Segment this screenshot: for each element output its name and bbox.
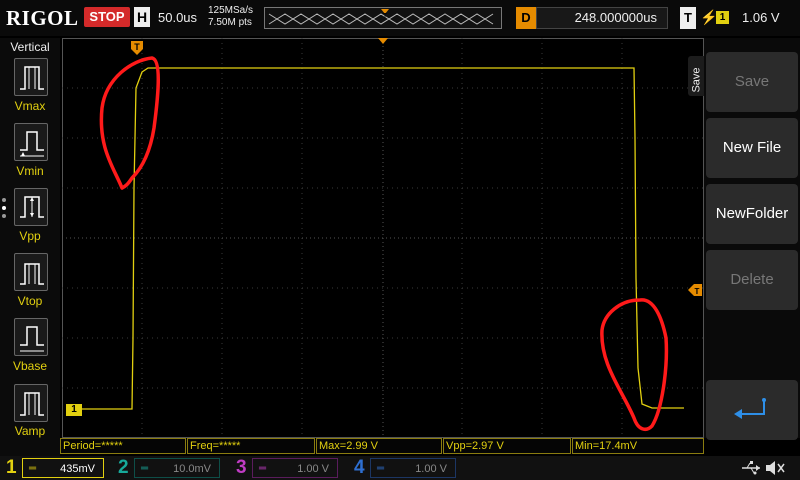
rigol-logo: RIGOL [6,6,79,30]
svg-text:T: T [383,13,388,20]
graticule [62,38,704,438]
measurement-freq[interactable]: Freq=***** [187,438,315,454]
vmax-icon [20,66,44,90]
svg-text:T: T [134,42,140,52]
ch3-coupling-icon: ═ [259,463,267,474]
waveform-display[interactable] [62,38,704,438]
vtop-button[interactable] [14,253,48,291]
sample-rate: 125MSa/s [208,5,254,16]
usb-icon [742,461,760,475]
vpp-icon [20,196,44,218]
menu-page-dot [2,198,6,202]
ch4-coupling-icon: ═ [377,463,385,474]
ch1-ground-marker[interactable]: 1 [66,404,82,416]
measurement-period[interactable]: Period=***** [60,438,186,454]
memory-depth: 7.50M pts [208,17,252,28]
menu-page-dot-active [2,206,6,210]
vmin-icon [20,131,44,157]
ch3-scale-value: 1.00 V [297,463,329,475]
ch1-coupling-icon: ═ [29,463,37,474]
left-menu-title: Vertical [10,40,50,54]
ch3-number[interactable]: 3 [236,456,247,480]
vmin-button[interactable] [14,123,48,161]
vbase-button[interactable] [14,318,48,356]
trigger-level[interactable]: 1.06 V [742,10,780,25]
ch1-scale-value: 435mV [60,463,95,475]
trigger-edge-icon: ⚡ [700,9,718,25]
vmax-label: Vmax [14,99,46,113]
vtop-icon [20,263,44,285]
enter-button[interactable] [706,380,798,440]
trigger-position-marker[interactable]: T [130,40,144,56]
vpp-label: Vpp [19,229,41,243]
ch1-scale[interactable]: ═ 435mV [22,458,104,478]
vtop-label: Vtop [17,294,43,308]
delay-value[interactable]: 248.000000us [536,7,668,29]
measurement-vpp[interactable]: Vpp=2.97 V [443,438,571,454]
vamp-label: Vamp [14,424,46,438]
trigger-level-marker[interactable]: T [688,284,702,296]
measurement-min[interactable]: Min=17.4mV [572,438,704,454]
trigger-badge: T [680,7,696,29]
timebase-value[interactable]: 50.0us [158,10,197,25]
enter-icon [734,398,766,419]
vpp-button[interactable] [14,188,48,226]
ch4-scale-value: 1.00 V [415,463,447,475]
trigger-source-badge: 1 [716,11,729,24]
timebase-badge: H [134,7,150,27]
annotation-circle-falling-edge [600,298,669,432]
ch2-coupling-icon: ═ [141,463,149,474]
vbase-icon [20,326,44,352]
memory-overview-waveform: T [268,9,494,25]
svg-text:T: T [695,287,700,296]
new-file-button[interactable]: New File [706,118,798,178]
measurement-max[interactable]: Max=2.99 V [316,438,442,454]
ch2-number[interactable]: 2 [118,456,129,480]
right-menu-title: Save [690,67,703,93]
vbase-label: Vbase [12,359,48,373]
delete-button[interactable]: Delete [706,250,798,310]
memory-overview-bar[interactable]: T [264,7,502,29]
speaker-muted-icon[interactable] [764,459,786,477]
ch4-scale[interactable]: ═ 1.00 V [370,458,456,478]
ch3-scale[interactable]: ═ 1.00 V [252,458,338,478]
vmax-button[interactable] [14,58,48,96]
run-stop-indicator[interactable]: STOP [84,7,130,27]
center-time-marker [378,38,388,44]
new-folder-button[interactable]: NewFolder [706,184,798,244]
menu-page-dot [2,214,6,218]
save-button[interactable]: Save [706,52,798,112]
annotation-circle-rising-edge [99,56,161,190]
ch2-scale[interactable]: ═ 10.0mV [134,458,220,478]
delay-badge: D [516,7,536,29]
vmin-label: Vmin [16,164,44,178]
ch4-number[interactable]: 4 [354,456,365,480]
vamp-button[interactable] [14,384,48,422]
ch1-number[interactable]: 1 [6,456,17,480]
ch2-scale-value: 10.0mV [173,463,211,475]
vamp-icon [20,392,44,416]
